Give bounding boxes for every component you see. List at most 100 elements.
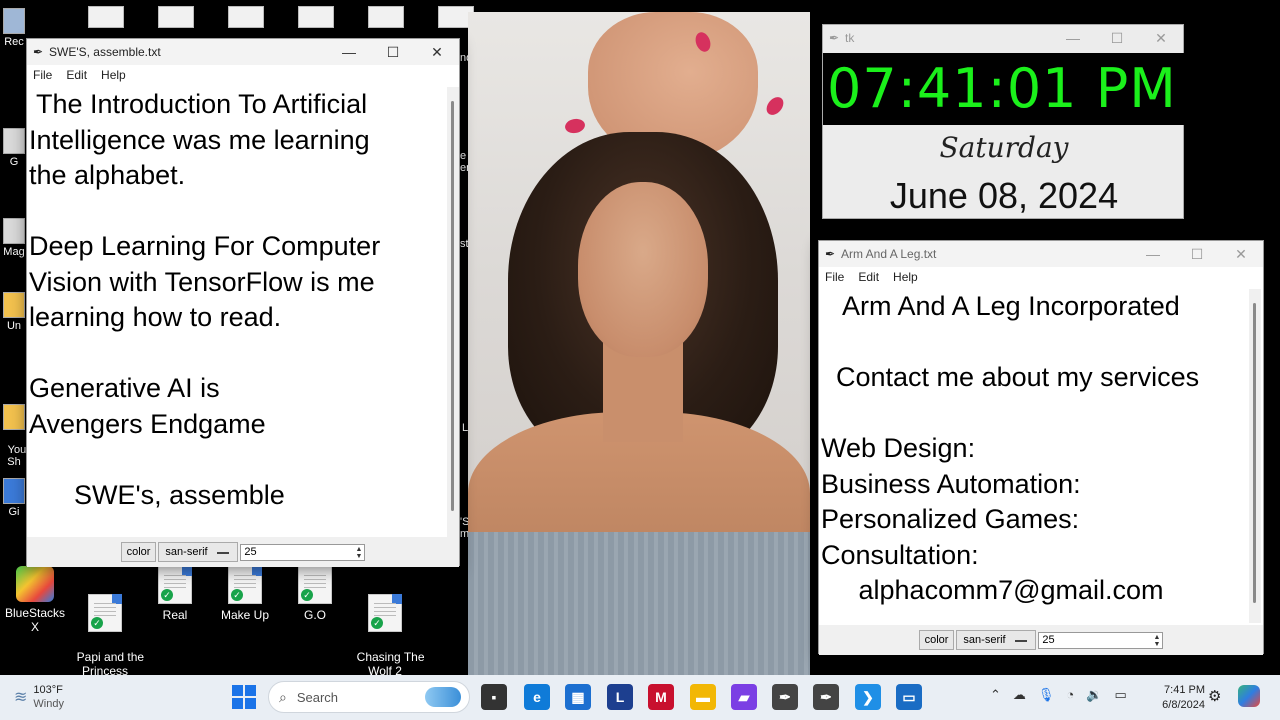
desktop-icon-go[interactable]: ✓ G.O (280, 566, 350, 622)
desktop-icon-chasing[interactable]: ✓ Chasing The Wolf 2 (350, 566, 425, 678)
search-highlight-icon (425, 687, 461, 707)
taskbar-app-mcafee-icon[interactable]: M (648, 684, 674, 710)
title-bar[interactable]: ✒ Arm And A Leg.txt — ☐ ✕ (819, 241, 1263, 267)
text-file-icon: ✓ (158, 566, 192, 604)
maximize-button[interactable]: ☐ (1175, 241, 1219, 267)
microphone-icon[interactable]: 🎙 (1038, 687, 1055, 703)
desktop-icon-makeup[interactable]: ✓ Make Up (210, 566, 280, 622)
menu-file[interactable]: File (825, 270, 844, 284)
close-button[interactable]: ✕ (415, 39, 459, 65)
taskbar-app-task-view-icon[interactable]: ▪ (481, 684, 507, 710)
editor-window-swes[interactable]: ✒ SWE'S, assemble.txt — ☐ ✕ File Edit He… (26, 38, 460, 567)
taskbar-app-edge-icon[interactable]: e (524, 684, 550, 710)
desktop-slice-mag[interactable]: Mag (0, 218, 28, 258)
desktop-slice-un[interactable]: Un (0, 292, 28, 332)
desktop-slice-gi[interactable]: Gi (0, 478, 28, 518)
clock-day: Saturday (939, 131, 1069, 164)
font-size-spinbox[interactable]: 25 ▲ ▼ (240, 543, 366, 561)
wallpaper-photo (468, 12, 810, 675)
menu-help[interactable]: Help (101, 68, 126, 82)
font-size-value: 25 (1042, 633, 1055, 646)
wifi-icon[interactable]: ◔ (1066, 687, 1074, 703)
chevron-up-icon[interactable]: ⌃ (990, 687, 1001, 703)
clock-date: June 08, 2024 (889, 175, 1119, 216)
menu-edit[interactable]: Edit (858, 270, 879, 284)
font-select-value: san-serif (963, 634, 1006, 646)
window-title: Arm And A Leg.txt (841, 247, 937, 261)
weather-desc: Windy (33, 698, 64, 710)
taskbar-app-file-explorer-icon[interactable]: ▬ (690, 684, 716, 710)
taskbar-clock[interactable]: 7:41 PM 6/8/2024 (1153, 683, 1205, 713)
color-button[interactable]: color (120, 542, 157, 562)
taskbar-app-store-icon[interactable]: ▦ (565, 684, 591, 710)
taskbar-search[interactable]: ⌕ Search (268, 681, 470, 713)
desktop-icon-bluestacks[interactable]: BlueStacks X (0, 566, 70, 634)
desktop-icon-label: G.O (303, 608, 326, 622)
vertical-scrollbar[interactable] (1249, 289, 1261, 623)
text-file-icon: ✓ (88, 594, 122, 632)
desktop-icon-papi[interactable]: ✓ Papi and the Princess (70, 566, 144, 678)
bluestacks-icon (16, 566, 54, 602)
taskbar-app-feather-1-icon[interactable]: ✒ (772, 684, 798, 710)
copilot-icon[interactable] (1238, 685, 1260, 707)
desktop-file-icon[interactable] (298, 6, 334, 28)
close-button[interactable]: ✕ (1219, 241, 1263, 267)
clock-window[interactable]: ✒ tk — ☐ ✕ 07:41:01 PM Saturday June 08,… (822, 24, 1185, 219)
taskbar-app-feather-2-icon[interactable]: ✒ (813, 684, 839, 710)
weather-temp: 103°F (33, 684, 63, 696)
close-button[interactable]: ✕ (1139, 25, 1183, 51)
taskbar-app-terminal-icon[interactable]: ▭ (896, 684, 922, 710)
desktop-icon-real[interactable]: ✓ Real (140, 566, 210, 622)
desktop-slice-you[interactable]: You Sh (0, 380, 28, 468)
text-editor[interactable]: Arm And A Leg Incorporated Contact me ab… (821, 289, 1249, 623)
start-button[interactable] (232, 685, 256, 709)
maximize-button[interactable]: ☐ (1095, 25, 1139, 51)
desktop-slice-label: You Sh (7, 444, 27, 468)
taskbar-app-clipchamp-icon[interactable]: ▰ (731, 684, 757, 710)
title-bar[interactable]: ✒ SWE'S, assemble.txt — ☐ ✕ (27, 39, 459, 65)
taskbar-app-l-app-icon[interactable]: L (607, 684, 633, 710)
desktop-slice-label: G (9, 156, 19, 168)
desktop-icon-label: Make Up (220, 608, 270, 622)
desktop-slice-label: Un (6, 320, 22, 332)
title-bar[interactable]: ✒ tk — ☐ ✕ (823, 25, 1183, 51)
minimize-button[interactable]: — (327, 39, 371, 65)
desktop-file-icon[interactable] (368, 6, 404, 28)
recycle-bin-icon[interactable]: Rec (0, 8, 28, 48)
desktop-file-icon[interactable] (88, 6, 124, 28)
battery-icon[interactable]: ▭ (1114, 687, 1126, 703)
format-toolbar: color san-serif 25 ▲ ▼ (27, 537, 459, 567)
menu-bar: File Edit Help (819, 267, 1263, 287)
text-file-icon: ✓ (298, 566, 332, 604)
taskbar-app-vscode-icon[interactable]: ❯ (855, 684, 881, 710)
settings-gear-icon[interactable]: ⚙ (1208, 687, 1221, 705)
feather-icon: ✒ (824, 247, 836, 261)
cloud-icon[interactable]: ☁ (1013, 687, 1026, 703)
editor-window-armleg[interactable]: ✒ Arm And A Leg.txt — ☐ ✕ File Edit Help… (818, 240, 1264, 655)
color-button[interactable]: color (918, 630, 955, 650)
minimize-button[interactable]: — (1131, 241, 1175, 267)
desktop-icon-label: Real (162, 608, 188, 622)
feather-icon: ✒ (32, 45, 44, 59)
desktop-icon-label: BlueStacks X (4, 606, 66, 634)
text-editor[interactable]: The Introduction To Artificial Intellige… (29, 87, 445, 535)
window-title: SWE'S, assemble.txt (49, 45, 161, 59)
volume-icon[interactable]: 🔉 (1086, 687, 1102, 703)
weather-widget[interactable]: ≋ 103°F Windy (14, 683, 64, 711)
menu-edit[interactable]: Edit (66, 68, 87, 82)
clock-time: 07:41:01 PM (823, 53, 1185, 125)
font-select[interactable]: san-serif (956, 630, 1037, 650)
menu-help[interactable]: Help (893, 270, 918, 284)
desktop-slice-g[interactable]: G (0, 128, 28, 168)
desktop-file-icon[interactable] (158, 6, 194, 28)
menu-file[interactable]: File (33, 68, 52, 82)
search-icon: ⌕ (279, 688, 287, 705)
desktop-file-icon[interactable] (228, 6, 264, 28)
maximize-button[interactable]: ☐ (371, 39, 415, 65)
vertical-scrollbar[interactable] (447, 87, 459, 537)
desktop-slice-label: Gi (8, 506, 20, 518)
font-size-spinbox[interactable]: 25 ▲ ▼ (1038, 631, 1164, 649)
minimize-button[interactable]: — (1051, 25, 1095, 51)
font-select[interactable]: san-serif (158, 542, 239, 562)
format-toolbar: color san-serif 25 ▲ ▼ (819, 625, 1263, 655)
